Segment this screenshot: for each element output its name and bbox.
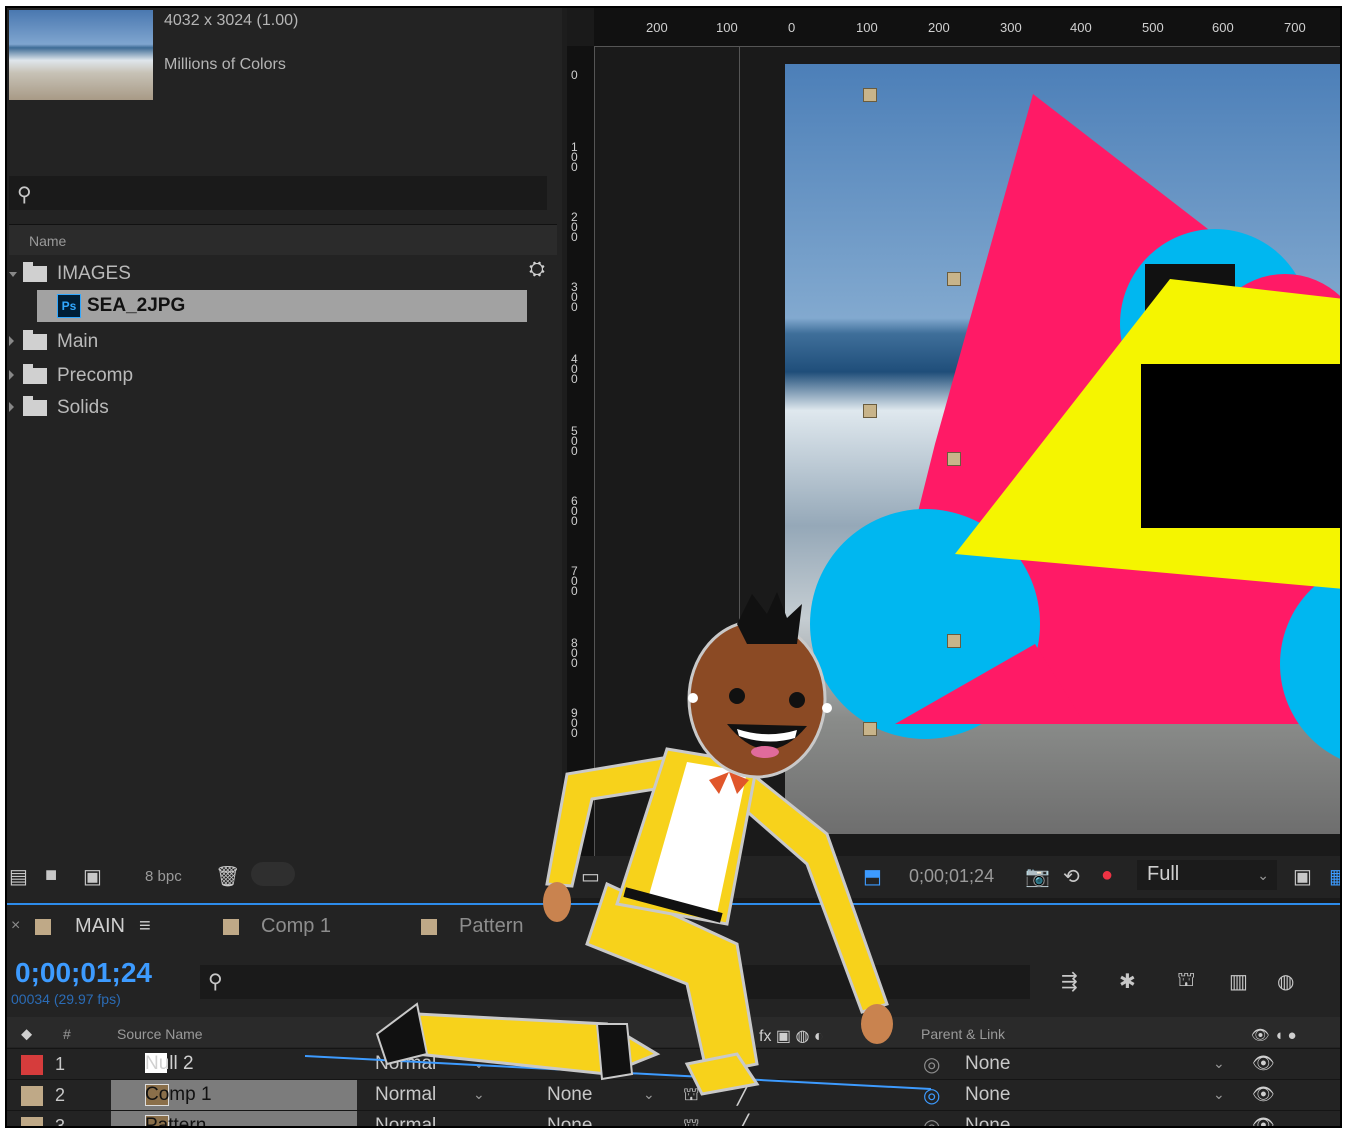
ruler-tick-label: 500 (1142, 20, 1164, 35)
ruler-tick-label: 500 (571, 424, 578, 458)
grid-guides-icon[interactable]: ⊞ (823, 864, 840, 889)
resolution-select[interactable]: Full ⌄ (1137, 860, 1277, 890)
composition-panel: 200 100 0 100 200 300 400 500 600 700 0 … (567, 8, 1340, 903)
horizontal-ruler[interactable]: 200 100 0 100 200 300 400 500 600 700 (594, 8, 1340, 47)
project-search-input[interactable]: ⚲ (9, 176, 547, 210)
project-panel: 4032 x 3024 (1.00) Millions of Colors ⚲ … (7, 8, 562, 903)
pattern-artwork (810, 94, 1340, 759)
footage-dimensions: 4032 x 3024 (1.00) (164, 12, 299, 29)
folder-icon (23, 262, 47, 282)
project-item-label: IMAGES (57, 263, 131, 284)
ruler-tick-label: 900 (571, 706, 578, 740)
toggle-switch[interactable] (251, 862, 295, 886)
footage-thumbnail (9, 10, 153, 100)
expand-arrow-icon[interactable] (9, 336, 14, 346)
ruler-tick-label: 300 (1000, 20, 1022, 35)
photoshop-file-icon: Ps (57, 294, 81, 318)
project-item-main[interactable]: Main (9, 326, 524, 358)
project-item-label: SEA_2JPG (87, 295, 186, 316)
project-item-precomp[interactable]: Precomp (9, 360, 524, 392)
project-item-label: Main (57, 331, 99, 352)
region-of-interest-icon[interactable]: ▣ (1293, 864, 1312, 889)
ruler-tick-label: 0 (571, 68, 578, 82)
ruler-tick-label: 100 (571, 140, 578, 174)
folder-icon (23, 364, 47, 384)
expand-arrow-icon[interactable] (9, 272, 17, 277)
ruler-tick-label: 200 (928, 20, 950, 35)
new-composition-icon[interactable]: ▣ (83, 864, 102, 889)
name-column-label: Name (29, 233, 67, 249)
guide-line[interactable] (739, 46, 740, 856)
bit-depth-button[interactable]: 8 bpc (145, 868, 182, 885)
show-snapshot-icon[interactable]: ⟲ (1063, 864, 1080, 889)
footage-colors: Millions of Colors (164, 56, 286, 73)
transform-handle[interactable] (863, 404, 877, 418)
search-icon: ⚲ (17, 184, 32, 206)
project-item-images[interactable]: IMAGES (9, 258, 524, 290)
trash-icon[interactable]: 🗑 (215, 864, 240, 889)
flowchart-icon[interactable]: ⛭ (529, 258, 545, 281)
always-preview-icon[interactable]: ▭ (581, 864, 600, 889)
ruler-tick-label: 200 (571, 210, 578, 244)
transparency-grid-icon[interactable]: ▦ (1329, 864, 1340, 889)
resolution-value: Full (1147, 863, 1180, 885)
snapshot-camera-icon[interactable]: 📷 (1025, 864, 1050, 889)
folder-icon (23, 396, 47, 416)
ruler-tick-label: 100 (716, 20, 738, 35)
ruler-tick-label: 400 (1070, 20, 1092, 35)
pickwhip-drag-line (304, 1055, 932, 1090)
ruler-tick-label: 400 (571, 352, 578, 386)
mask-visibility-icon[interactable]: ⬒ (863, 864, 882, 889)
comp-current-time[interactable]: 0;00;01;24 (909, 866, 994, 887)
project-footer: ▤ ■ ▣ 8 bpc 🗑 (7, 856, 562, 896)
ruler-tick-label: 600 (1212, 20, 1234, 35)
after-effects-window: 4032 x 3024 (1.00) Millions of Colors ⚲ … (5, 6, 1342, 1128)
ruler-tick-label: 600 (571, 494, 578, 528)
ruler-tick-label: 700 (1284, 20, 1306, 35)
transform-handle[interactable] (863, 722, 877, 736)
ruler-tick-label: 0 (788, 20, 796, 35)
project-item-label: Precomp (57, 365, 134, 386)
ruler-tick-label: 200 (646, 20, 668, 35)
project-item-label: Solids (57, 397, 109, 418)
expand-arrow-icon[interactable] (9, 370, 14, 380)
timeline-panel: × MAIN ≡ Comp 1 Pattern 0;00;01;24 00034… (7, 903, 1340, 1126)
transform-handle[interactable] (863, 88, 877, 102)
ruler-tick-label: 300 (571, 280, 578, 314)
new-folder-icon[interactable]: ■ (45, 864, 57, 887)
folder-icon (23, 330, 47, 350)
project-column-header[interactable]: Name (9, 224, 557, 255)
project-item-sea-2jpg[interactable]: Ps SEA_2JPG (37, 290, 527, 322)
transform-handle[interactable] (947, 272, 961, 286)
project-item-solids[interactable]: Solids (9, 392, 524, 424)
composition-footer: ▭ ⊞ ⬒ 0;00;01;24 📷 ⟲ ● Full ⌄ ▣ ▦ (567, 856, 1340, 898)
ruler-tick-label: 800 (571, 636, 578, 670)
vertical-ruler[interactable]: 0 100 200 300 400 500 600 700 800 900 (567, 46, 595, 856)
transform-handle[interactable] (947, 452, 961, 466)
ruler-tick-label: 100 (856, 20, 878, 35)
transform-handle[interactable] (947, 634, 961, 648)
channel-rgb-icon[interactable]: ● (1101, 864, 1113, 887)
composition-viewer[interactable] (785, 64, 1340, 834)
expand-arrow-icon[interactable] (9, 402, 14, 412)
ruler-tick-label: 700 (571, 564, 578, 598)
chevron-down-icon: ⌄ (1257, 867, 1269, 883)
interpret-footage-icon[interactable]: ▤ (9, 864, 28, 889)
